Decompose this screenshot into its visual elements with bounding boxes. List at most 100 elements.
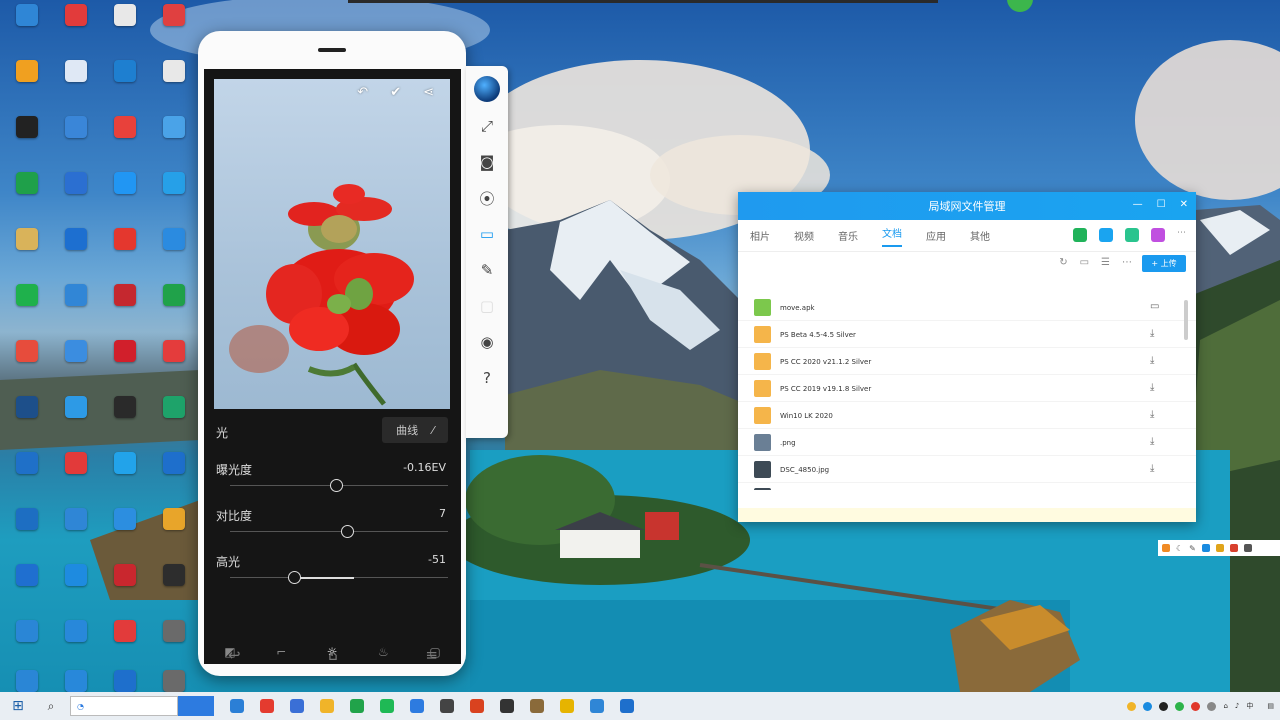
file-row[interactable]: move.apk ▭	[738, 294, 1196, 321]
desktop-shortcut[interactable]	[102, 284, 148, 336]
taskbar-app-button[interactable]	[312, 692, 342, 720]
chat-icon[interactable]	[1099, 228, 1113, 242]
desktop-shortcut[interactable]	[4, 452, 50, 504]
file-tab[interactable]: 视频	[794, 228, 814, 243]
record-icon[interactable]: ⦿	[475, 186, 499, 210]
desktop-shortcut[interactable]	[102, 172, 148, 224]
taskbar-app-button[interactable]	[462, 692, 492, 720]
desktop-shortcut[interactable]	[4, 60, 50, 112]
taskbar-app-button[interactable]	[342, 692, 372, 720]
desktop-shortcut[interactable]	[53, 172, 99, 224]
desktop-shortcut[interactable]	[4, 396, 50, 448]
taskbar-app-button[interactable]	[582, 692, 612, 720]
taskbar-app-button[interactable]	[402, 692, 432, 720]
back-icon[interactable]: ↩	[228, 646, 241, 664]
desktop-shortcut[interactable]	[53, 340, 99, 392]
tray-status-icon[interactable]	[1175, 701, 1185, 711]
file-row[interactable]: Win10 LK 2020 ⤓	[738, 402, 1196, 429]
desktop-shortcut[interactable]	[4, 284, 50, 336]
desktop-shortcut[interactable]	[151, 228, 197, 280]
desktop-shortcut[interactable]	[4, 116, 50, 168]
tray-status-icon[interactable]	[1207, 701, 1217, 711]
taskbar-app-button[interactable]	[522, 692, 552, 720]
minimize-icon[interactable]: —	[1133, 199, 1143, 210]
tray-person-icon[interactable]	[1215, 544, 1224, 552]
desktop-shortcut[interactable]	[4, 172, 50, 224]
slider-knob[interactable]	[287, 571, 301, 584]
app-logo-icon[interactable]	[474, 76, 500, 102]
taskbar-app-button[interactable]	[612, 692, 642, 720]
desktop-shortcut[interactable]	[151, 396, 197, 448]
taskbar-app-button[interactable]	[552, 692, 582, 720]
desktop-shortcut[interactable]	[4, 4, 50, 56]
file-row[interactable]: PS CC 2020 v21.1.2 Silver ⤓	[738, 348, 1196, 375]
desktop-shortcut[interactable]	[53, 60, 99, 112]
curve-button[interactable]: 曲线 ⁄	[382, 417, 448, 443]
upload-button[interactable]: + 上传	[1142, 255, 1186, 272]
network-icon[interactable]: ⌂	[1223, 702, 1227, 710]
download-icon[interactable]: ⤓	[1150, 409, 1154, 420]
desktop-shortcut[interactable]	[102, 564, 148, 616]
home-icon[interactable]: ⌂	[328, 646, 338, 664]
taskbar-search-button[interactable]	[178, 696, 214, 716]
desktop-shortcut[interactable]	[53, 452, 99, 504]
desktop-shortcut[interactable]	[102, 340, 148, 392]
file-row[interactable]: PS Beta 4.5-4.5 Silver ⤓	[738, 321, 1196, 348]
file-tab[interactable]: 音乐	[838, 228, 858, 243]
tray-status-icon[interactable]	[1159, 701, 1169, 711]
undo-icon[interactable]: ↶	[357, 85, 368, 100]
tray-grid-icon[interactable]	[1201, 544, 1210, 552]
slider-knob[interactable]	[340, 525, 354, 538]
desktop-shortcut[interactable]	[53, 396, 99, 448]
desktop-shortcut[interactable]	[151, 340, 197, 392]
download-icon[interactable]: ⤓	[1150, 463, 1154, 474]
tray-pen-icon[interactable]: ✎	[1189, 544, 1196, 553]
screenshot-icon[interactable]: ◙	[475, 150, 499, 174]
search-icon[interactable]: ⌕	[36, 692, 66, 720]
download-icon[interactable]: ⤓	[1150, 328, 1154, 339]
file-tab[interactable]: 应用	[926, 228, 946, 243]
file-tab[interactable]: 文档	[882, 225, 902, 247]
desktop-shortcut[interactable]	[4, 564, 50, 616]
desktop-shortcut[interactable]	[151, 4, 197, 56]
tray-shirt-icon[interactable]	[1229, 544, 1238, 552]
contacts-icon[interactable]	[1151, 228, 1165, 242]
taskbar-app-button[interactable]	[222, 692, 252, 720]
maximize-icon[interactable]: ☐	[1157, 199, 1166, 210]
file-row[interactable]: .png ⤓	[738, 429, 1196, 456]
close-icon[interactable]: ✕	[1180, 199, 1188, 210]
desktop-shortcut[interactable]	[102, 60, 148, 112]
desktop-shortcut[interactable]	[102, 228, 148, 280]
desktop-shortcut[interactable]	[53, 4, 99, 56]
taskbar-app-button[interactable]	[432, 692, 462, 720]
desktop-shortcut[interactable]	[151, 172, 197, 224]
list-icon[interactable]: ☰	[1101, 257, 1110, 268]
tray-app-icon[interactable]	[1162, 544, 1170, 552]
refresh-icon[interactable]: ↻	[1059, 257, 1067, 268]
desktop-shortcut[interactable]	[4, 340, 50, 392]
file-tab[interactable]: 其他	[970, 228, 990, 243]
taskbar-app-button[interactable]	[372, 692, 402, 720]
desktop-shortcut[interactable]	[102, 396, 148, 448]
desktop-shortcut[interactable]	[151, 620, 197, 672]
message-icon[interactable]	[1125, 228, 1139, 242]
desktop-shortcut[interactable]	[53, 116, 99, 168]
taskbar-app-button[interactable]	[282, 692, 312, 720]
tray-settings-icon[interactable]	[1243, 544, 1252, 552]
confirm-check-icon[interactable]: ✔	[390, 85, 401, 100]
desktop-shortcut[interactable]	[102, 508, 148, 560]
slider-knob[interactable]	[330, 479, 343, 492]
file-row[interactable]: DSC_4850.jpg ⤓	[738, 456, 1196, 483]
desktop-shortcut[interactable]	[4, 620, 50, 672]
slider-exposure[interactable]: 曝光度 -0.16EV	[216, 461, 448, 501]
eraser-icon[interactable]: ✎	[475, 258, 499, 282]
fullscreen-icon[interactable]: ⤢	[475, 114, 499, 138]
download-icon[interactable]: ⤓	[1150, 355, 1154, 366]
desktop-shortcut[interactable]	[151, 452, 197, 504]
screen-cast-icon[interactable]: ▭	[475, 222, 499, 246]
desktop-shortcut[interactable]	[4, 508, 50, 560]
view-icon[interactable]: ▭	[1080, 257, 1089, 268]
file-tab[interactable]: 相片	[750, 228, 770, 243]
desktop-shortcut[interactable]	[102, 4, 148, 56]
more-icon[interactable]: ⋯	[1177, 228, 1186, 242]
